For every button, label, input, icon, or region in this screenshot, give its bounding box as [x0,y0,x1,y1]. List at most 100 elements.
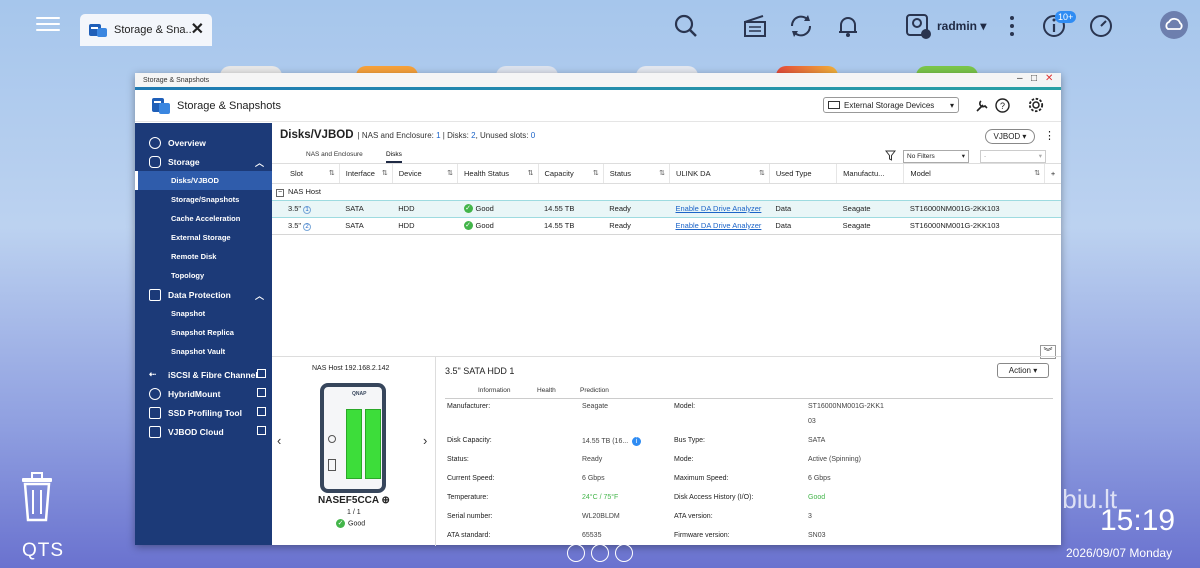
col-used-type[interactable]: Used Type [769,164,838,184]
col-health-status[interactable]: Health Status ⇅ [457,164,539,184]
sidebar-item-storage-snapshots[interactable]: Storage/Snapshots [135,190,272,209]
col-model[interactable]: Model ⇅ [903,164,1046,184]
main-menu-icon[interactable] [36,14,60,38]
label-model: Model: [674,403,696,410]
sidebar-item-snapshot-vault[interactable]: Snapshot Vault [135,342,272,361]
table-row[interactable]: 3.5" 1 SATA HDD ✓ Good 14.55 TB Ready Enab… [272,199,1061,218]
sort-icon: ⇅ [759,170,765,177]
user-name[interactable]: radmin ▾ [937,19,986,33]
col-slot[interactable]: Slot ⇅ [272,164,340,184]
sidebar-item-external-storage[interactable]: External Storage [135,228,272,247]
window-titlebar[interactable]: Storage & Snapshots – □ ✕ [135,73,1061,87]
gear-icon[interactable] [1028,97,1044,113]
chevron-up-icon[interactable]: ︿ [255,289,264,302]
col-device[interactable]: Device ⇅ [392,164,459,184]
tab-information[interactable]: Information [478,387,511,394]
sync-icon[interactable] [787,12,815,40]
sidebar-item-ssd-profiling[interactable]: SSD Profiling Tool [135,403,272,422]
trash-icon[interactable] [18,470,56,522]
label-current-speed: Current Speed: [447,475,495,482]
table-row[interactable]: 3.5" 2 SATA HDD ✓ Good 14.55 TB Ready Enab… [272,217,1061,235]
more-options-icon[interactable]: ⋮ [1044,129,1055,142]
bell-icon[interactable] [834,12,862,40]
sidebar-item-storage[interactable]: Storage ︿ [135,152,272,171]
sidebar-item-iscsi[interactable]: ⇠ iSCSI & Fibre Channel [135,365,272,384]
cell-device: HDD [392,217,458,235]
enable-da-link[interactable]: Enable DA Drive Analyzer [676,204,762,213]
add-column-icon[interactable]: + [1044,164,1061,184]
external-link-icon [257,388,266,397]
chevron-up-icon[interactable]: ︿ [255,156,264,169]
close-icon[interactable]: ✕ [191,22,204,38]
minimize-icon[interactable]: – [1017,74,1023,84]
app-tab-storage[interactable]: Storage & Sna... ✕ [80,14,212,46]
media-icon[interactable] [741,12,769,40]
search-icon[interactable] [672,12,700,40]
label-manufacturer: Manufacturer: [447,403,491,410]
external-storage-devices-dropdown[interactable]: External Storage Devices ▾ [823,97,959,113]
sidebar-item-disks-vjbod[interactable]: Disks/VJBOD [135,171,272,190]
drive-bay-1[interactable] [346,409,362,479]
info-icon[interactable]: i [632,437,642,446]
sort-icon: ⇅ [527,170,534,177]
filter-value-select[interactable]: - ▾ [980,150,1046,163]
tab-nas-and-enclosure[interactable]: NAS and Enclosure [306,151,363,158]
sort-icon: ⇅ [592,170,599,177]
user-icon[interactable] [904,12,932,40]
power-button [328,435,336,443]
col-status[interactable]: Status ⇅ [603,164,671,184]
more-options-icon[interactable] [998,12,1026,40]
tab-disks[interactable]: Disks [386,151,402,163]
cloud-icon[interactable] [1159,10,1189,40]
cell-used-type: Data [769,217,837,235]
sidebar-item-hybridmount[interactable]: HybridMount [135,384,272,403]
notification-badge: 10+ [1055,11,1077,23]
sidebar-item-remote-disk[interactable]: Remote Disk [135,247,272,266]
chevron-left-icon[interactable]: ‹ [277,433,281,448]
check-icon: ✓ [336,519,345,528]
tab-prediction[interactable]: Prediction [580,387,609,394]
sidebar-item-vjbod-cloud[interactable]: VJBOD Cloud [135,422,272,441]
tools-icon[interactable] [975,99,989,113]
sidebar-item-snapshot-replica[interactable]: Snapshot Replica [135,323,272,342]
value-manufacturer: Seagate [582,403,609,410]
dock-nas-icon[interactable] [591,544,609,562]
sidebar-item-cache-acceleration[interactable]: Cache Acceleration [135,209,272,228]
col-interface[interactable]: Interface ⇅ [339,164,393,184]
filter-select[interactable]: No Filters ▾ [903,150,969,163]
filter-icon[interactable] [885,150,896,161]
dashboard-gauge-icon[interactable] [1087,12,1115,40]
tab-health[interactable]: Health [537,387,556,394]
app-title: Storage & Snapshots [177,99,281,112]
group-row[interactable]: − NAS Host [272,183,1061,200]
sidebar-item-snapshot[interactable]: Snapshot [135,304,272,323]
drive-bay-2[interactable] [365,409,381,479]
vjbod-button[interactable]: VJBOD ▾ [985,129,1035,144]
main-content: Disks/VJBOD | NAS and Enclosure: 1 | Dis… [272,123,1061,546]
check-icon: ✓ [463,221,473,231]
help-icon[interactable]: ? [995,98,1010,113]
label-temperature: Temperature: [447,494,489,501]
nas-device-image[interactable]: QNAP [320,383,386,493]
dock-cloud-icon[interactable] [567,544,585,562]
tab-divider [445,398,1053,399]
collapse-icon[interactable]: − [276,188,284,197]
enable-da-link[interactable]: Enable DA Drive Analyzer [676,221,762,230]
sidebar-item-topology[interactable]: Topology [135,266,272,285]
col-capacity[interactable]: Capacity ⇅ [538,164,604,184]
action-button[interactable]: Action ▾ [997,363,1049,378]
zoom-icon[interactable]: ⊕ [382,495,390,506]
col-ulink-da[interactable]: ULINK DA ⇅ [669,164,770,184]
dock-pause-icon[interactable] [615,544,633,562]
sidebar-item-data-protection[interactable]: Data Protection ︿ [135,285,272,304]
col-manufacturer[interactable]: Manufactu... [836,164,905,184]
sort-icon: ⇅ [447,170,453,177]
label-bus-type: Bus Type: [674,437,706,444]
clock-date: 2026/09/07 Monday [1066,546,1173,560]
chevron-right-icon[interactable]: › [423,433,427,448]
nas-disk-count: 1 / 1 [347,509,361,516]
maximize-icon[interactable]: □ [1031,74,1037,84]
sidebar-item-label: Data Protection [168,289,231,300]
sidebar-item-overview[interactable]: Overview [135,133,272,152]
close-window-icon[interactable]: ✕ [1045,74,1053,84]
